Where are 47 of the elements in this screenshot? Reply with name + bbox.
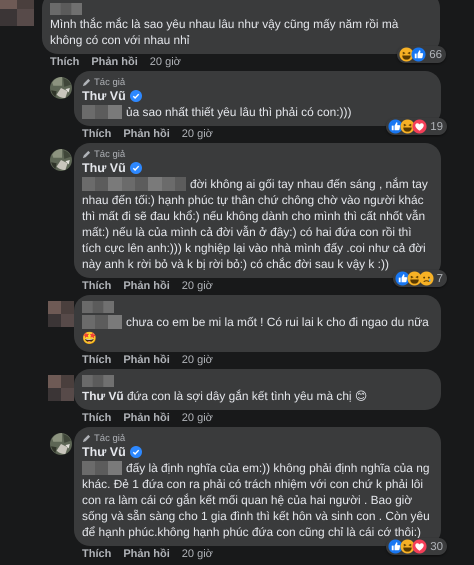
comment-text: chưa co em be mi la mốt ! Có rui lai k cho đi ngao du nữa🤩 <box>82 314 430 346</box>
timestamp: 20 giờ <box>182 412 213 425</box>
comment-text: đời không ai gối tay nhau đến sáng , nắm tay nhau đến tối:) hạnh phúc tự thân chứ chông chờ vào người khác thì mất đi sẽ đau khổ:) nếu không dành cho mình thì cất nhốt vẫn mất:) nếu là của mình cả đời vẫn ở đây:) có hai đứa con rồi thì tích cực lên anh:))) k nghiệp lại vào nhà mình đấy .coi như cả đời này anh k rời bỏ và k bị rời bỏ:) có chắc đời sau k vậy k :)) <box>82 176 429 272</box>
author-name[interactable]: Thư Vũ <box>82 89 126 103</box>
reply-link[interactable]: Phản hồi <box>123 412 170 425</box>
timestamp: 20 giờ <box>182 548 213 561</box>
author-label: Tác giả <box>94 148 126 160</box>
thumbs-up-icon <box>411 47 426 62</box>
like-link[interactable]: Thích <box>82 128 112 141</box>
author-label: Tác giả <box>94 432 126 444</box>
censor-mosaic <box>0 0 34 26</box>
laughing-face-icon <box>400 119 416 134</box>
comment-text: Mình thắc mắc là sao yêu nhau lâu như vậy cũng mấy năm rồi mà không có con với nhau nhỉ <box>50 16 400 48</box>
laughing-face-icon <box>400 539 416 554</box>
reaction-summary[interactable]: 30 <box>386 538 447 555</box>
comment-text: ủa sao nhất thiết yêu lâu thì phải có con:))) <box>82 104 434 120</box>
reaction-summary[interactable]: 66 <box>397 46 446 63</box>
timestamp: 20 giờ <box>182 280 213 293</box>
reply-link[interactable]: Phản hồi <box>123 128 170 141</box>
comment-text: Thư Vũ đứa con là sợi dây gắn kết tình yêu mà chị 😊 <box>82 388 368 404</box>
timestamp: 20 giờ <box>182 354 213 367</box>
laughing-face-icon <box>406 271 422 286</box>
like-link[interactable]: Thích <box>82 412 112 425</box>
reply-link[interactable]: Phản hồi <box>123 354 170 367</box>
pencil-icon <box>82 150 91 158</box>
timestamp: 20 giờ <box>150 56 181 69</box>
reaction-summary[interactable]: 7 <box>392 270 447 287</box>
thumbs-up-icon <box>388 539 404 554</box>
pencil-icon <box>82 78 91 86</box>
reaction-summary[interactable]: 19 <box>386 118 447 135</box>
like-link[interactable]: Thích <box>82 280 112 293</box>
thumbs-up-icon <box>394 271 410 286</box>
author-name[interactable]: Thư Vũ <box>82 161 126 175</box>
comment-text: đấy là định nghĩa của em:)) không phải định nghĩa của ng khác. Đẻ 1 đứa con ra phải có trách nhiệm với con chứ k phải lôi con ra làm cái cớ gắn kết mối quan hệ của hai người . Bao giờ sống và sẵn sàng cho 1 gia đình thì kết hôn và sinh con . Còn yêu để hạnh phúc.không hạnh phúc đứa con cũng chỉ là cái cớ thôi:) <box>82 460 431 540</box>
timestamp: 20 giờ <box>182 128 213 141</box>
like-link[interactable]: Thích <box>82 354 112 367</box>
laughing-face-icon <box>399 47 414 62</box>
crying-face-icon <box>418 271 434 286</box>
like-link[interactable]: Thích <box>50 56 80 69</box>
pencil-icon <box>82 434 91 442</box>
thumbs-up-icon <box>388 119 404 134</box>
author-label: Tác giả <box>94 76 126 88</box>
reply-link[interactable]: Phản hồi <box>123 280 170 293</box>
author-name[interactable]: Thư Vũ <box>82 445 126 459</box>
like-link[interactable]: Thích <box>82 548 112 561</box>
reply-link[interactable]: Phản hồi <box>91 56 138 69</box>
reply-link[interactable]: Phản hồi <box>123 548 170 561</box>
